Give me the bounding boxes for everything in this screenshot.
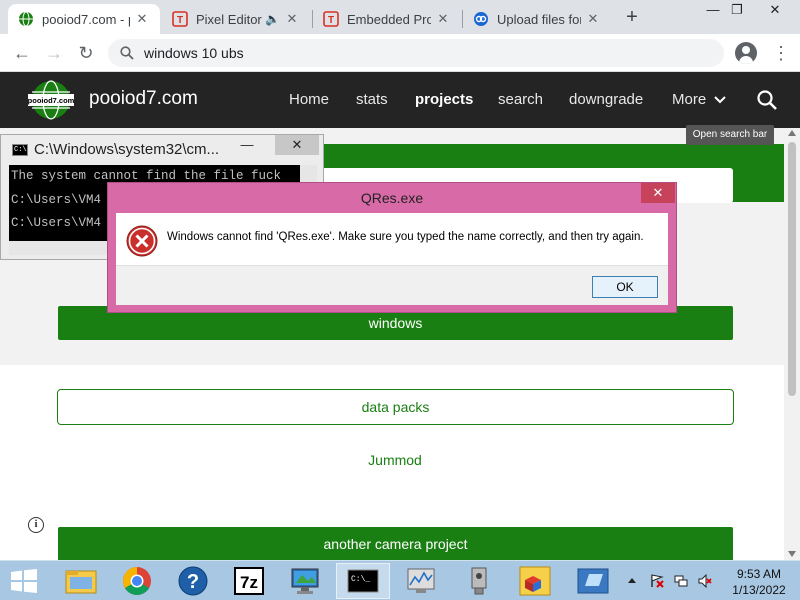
taskbar-remote-desktop[interactable]: [566, 563, 620, 599]
console-icon: C:\: [12, 144, 28, 156]
tab-close-icon[interactable]: ✕: [134, 11, 150, 27]
new-tab-button[interactable]: +: [622, 7, 642, 27]
error-dialog: QRes.exe ✕ Windows cannot find 'QRes.exe…: [107, 182, 677, 313]
svg-text:?: ?: [187, 571, 199, 593]
address-input[interactable]: [144, 45, 704, 61]
dialog-message-area: Windows cannot find 'QRes.exe'. Make sur…: [116, 213, 668, 265]
close-button[interactable]: ✕: [758, 0, 792, 22]
pixel-editor-icon: T: [172, 11, 188, 27]
nav-projects[interactable]: projects: [415, 91, 473, 108]
logo-text: pooiod7.com: [28, 96, 75, 105]
svg-text:T: T: [177, 15, 183, 26]
taskbar-chrome[interactable]: [110, 563, 164, 599]
windows-start-icon[interactable]: [10, 569, 38, 593]
command-prompt-icon: C:\_: [347, 569, 379, 593]
back-button[interactable]: ←: [10, 41, 34, 65]
nav-downgrade[interactable]: downgrade: [569, 91, 643, 108]
error-icon: [126, 225, 158, 257]
tab-title: Upload files for: [497, 11, 581, 27]
chevron-down-icon: [714, 96, 727, 104]
taskbar-3d-tool[interactable]: [508, 563, 562, 599]
taskbar-7zip[interactable]: 7z: [222, 563, 276, 599]
taskbar: ? 7z C:\_ 9:53 AM 1/13/2022: [0, 560, 800, 600]
address-bar[interactable]: [108, 39, 724, 67]
site-logo[interactable]: pooiod7.com: [27, 79, 75, 121]
scroll-down-arrow-icon[interactable]: [788, 551, 796, 557]
tab-upload-files[interactable]: Upload files for ✕: [463, 4, 611, 34]
nav-more[interactable]: More: [672, 91, 727, 108]
tab-close-icon[interactable]: ✕: [284, 11, 300, 27]
jummod-link[interactable]: Jummod: [0, 452, 790, 468]
clock-time[interactable]: 9:53 AM: [733, 567, 785, 581]
tab-pixel-editor[interactable]: T Pixel Editor 🔈 ✕: [162, 4, 310, 34]
upload-icon: [473, 11, 489, 27]
restore-button[interactable]: ❐: [720, 0, 754, 22]
site-header: pooiod7.com pooiod7.com Home stats proje…: [0, 72, 800, 128]
nav-home[interactable]: Home: [289, 91, 329, 108]
pixel-editor-icon: T: [323, 11, 339, 27]
site-name[interactable]: pooiod7.com: [89, 88, 198, 110]
monitor-icon: [291, 568, 319, 594]
search-icon: [120, 46, 134, 60]
taskbar-help[interactable]: ?: [166, 563, 220, 599]
data-packs-button[interactable]: data packs: [57, 389, 734, 425]
dialog-message: Windows cannot find 'QRes.exe'. Make sur…: [167, 231, 644, 243]
taskbar-file-explorer[interactable]: [54, 563, 108, 599]
speaker-icon[interactable]: 🔈: [265, 12, 280, 26]
dialog-title: QRes.exe: [360, 190, 424, 206]
folder-icon: [65, 570, 97, 594]
nav-more-label: More: [672, 91, 707, 108]
network-icon[interactable]: [674, 574, 688, 588]
taskbar-command-prompt[interactable]: C:\_: [336, 563, 390, 599]
info-icon[interactable]: i: [28, 517, 44, 533]
tab-pooiod7[interactable]: pooiod7.com - p ✕: [8, 4, 160, 34]
tab-close-icon[interactable]: ✕: [435, 11, 451, 27]
clock-date[interactable]: 1/13/2022: [730, 583, 788, 597]
svg-text:7z: 7z: [240, 573, 258, 592]
tab-embedded-projects[interactable]: T Embedded Proj ✕: [313, 4, 461, 34]
profile-avatar-icon[interactable]: [735, 42, 757, 64]
tab-title: Embedded Proj: [347, 11, 431, 27]
tab-close-icon[interactable]: ✕: [585, 11, 601, 27]
7zip-icon: 7z: [234, 567, 264, 595]
page-scrollbar[interactable]: [784, 128, 800, 560]
svg-text:T: T: [328, 15, 334, 26]
taskbar-usb-tool[interactable]: [452, 563, 506, 599]
tab-title: pooiod7.com - p: [42, 11, 130, 27]
usb-drive-icon: [471, 567, 487, 595]
chrome-icon: [123, 567, 151, 595]
globe-icon: [18, 11, 34, 27]
action-center-flag-icon[interactable]: [650, 574, 664, 588]
scroll-up-arrow-icon[interactable]: [788, 130, 796, 136]
tab-title: Pixel Editor: [196, 11, 262, 27]
dialog-footer: OK: [116, 265, 668, 305]
browser-toolbar: ← → ↻ ⋮: [0, 34, 800, 72]
3d-shapes-icon: [519, 566, 551, 596]
dialog-close-button[interactable]: ✕: [641, 183, 675, 203]
performance-monitor-icon: [407, 568, 435, 593]
remote-desktop-icon: [577, 568, 609, 594]
dialog-body: Windows cannot find 'QRes.exe'. Make sur…: [116, 213, 668, 305]
console-close-button[interactable]: ✕: [275, 135, 319, 155]
nav-stats[interactable]: stats: [356, 91, 388, 108]
site-search-icon[interactable]: [756, 89, 778, 111]
help-icon: ?: [178, 566, 208, 596]
console-title: C:\Windows\system32\cm...: [34, 141, 220, 158]
taskbar-computer[interactable]: [278, 563, 332, 599]
scroll-thumb[interactable]: [788, 142, 796, 396]
console-minimize-button[interactable]: —: [225, 135, 269, 155]
command-prompt-icon-text: C:\_: [351, 575, 370, 584]
console-titlebar[interactable]: C:\ C:\Windows\system32\cm... — ✕: [1, 135, 323, 165]
another-camera-project-button[interactable]: another camera project: [58, 527, 733, 561]
reload-button[interactable]: ↻: [74, 41, 98, 65]
nav-search[interactable]: search: [498, 91, 543, 108]
taskbar-performance-monitor[interactable]: [394, 563, 448, 599]
search-tooltip: Open search bar: [686, 125, 774, 145]
forward-button[interactable]: →: [42, 41, 66, 65]
kebab-menu-icon[interactable]: ⋮: [771, 42, 791, 64]
ok-button[interactable]: OK: [592, 276, 658, 298]
speaker-muted-icon[interactable]: [698, 574, 712, 588]
browser-tab-strip: pooiod7.com - p ✕ T Pixel Editor 🔈 ✕ T E…: [0, 0, 800, 34]
show-hidden-icons-chevron-up-icon[interactable]: [628, 578, 636, 583]
